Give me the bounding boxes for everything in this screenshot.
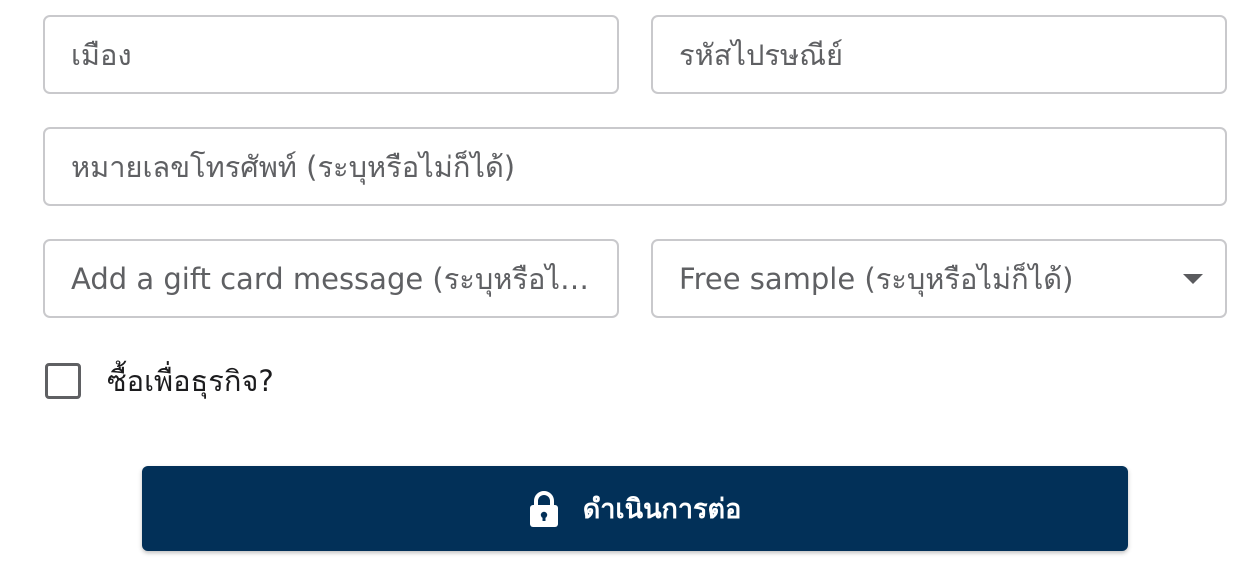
city-field[interactable]: เมือง [43,15,619,94]
phone-placeholder: หมายเลขโทรศัพท์ (ระบุหรือไม่ก็ได้) [71,149,516,184]
phone-field[interactable]: หมายเลขโทรศัพท์ (ระบุหรือไม่ก็ได้) [43,127,1227,206]
business-checkbox-label[interactable]: ซื้อเพื่อธุรกิจ? [107,358,274,404]
postal-code-placeholder: รหัสไปรษณีย์ [679,37,843,72]
continue-button[interactable]: ดำเนินการต่อ [142,466,1128,551]
business-checkbox[interactable] [45,363,81,399]
gift-message-placeholder: Add a gift card message (ระบุหรือไม่ก็ได… [71,261,591,296]
free-sample-select[interactable]: Free sample (ระบุหรือไม่ก็ได้) [651,239,1227,318]
lock-icon [529,490,559,528]
free-sample-placeholder: Free sample (ระบุหรือไม่ก็ได้) [679,261,1074,296]
city-placeholder: เมือง [71,37,132,72]
chevron-down-icon [1183,273,1203,284]
continue-button-label: ดำเนินการต่อ [582,494,742,525]
gift-message-field[interactable]: Add a gift card message (ระบุหรือไม่ก็ได… [43,239,619,318]
business-checkbox-row[interactable]: ซื้อเพื่อธุรกิจ? [45,358,274,404]
postal-code-field[interactable]: รหัสไปรษณีย์ [651,15,1227,94]
shipping-form: เมือง รหัสไปรษณีย์ หมายเลขโทรศัพท์ (ระบุ… [0,0,1248,575]
